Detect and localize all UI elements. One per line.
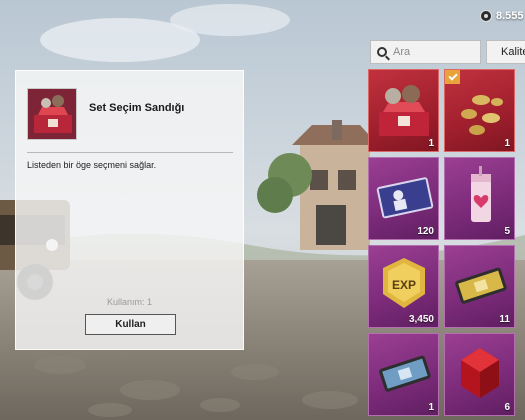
item-quantity: 5 xyxy=(504,226,510,237)
search-icon xyxy=(377,47,387,57)
search-input[interactable]: Ara xyxy=(370,40,481,64)
inventory-item-exp-badge[interactable]: EXP 3,450 xyxy=(368,245,439,328)
currency-display: 8.555 xyxy=(480,10,524,22)
item-quantity: 120 xyxy=(417,226,434,237)
item-description: Listeden bir öge seçmeni sağlar. xyxy=(27,160,157,170)
selected-item-thumbnail xyxy=(27,88,77,140)
item-quantity: 6 xyxy=(504,402,510,413)
currency-amount: 8.555 xyxy=(496,10,524,22)
svg-text:EXP: EXP xyxy=(392,278,416,292)
divider xyxy=(27,152,233,153)
inventory-item-silver-voucher[interactable]: 1 xyxy=(368,333,439,416)
item-quantity: 1 xyxy=(428,138,434,149)
chest-icon xyxy=(28,89,76,139)
item-quantity: 1 xyxy=(428,402,434,413)
usage-count: Kullanım: 1 xyxy=(106,297,153,307)
inventory-item-coins[interactable]: 1 xyxy=(444,69,515,152)
item-title: Set Seçim Sandığı xyxy=(89,102,185,114)
item-quantity: 3,450 xyxy=(408,314,434,325)
use-button[interactable]: Kullan xyxy=(85,314,176,335)
search-placeholder: Ara xyxy=(393,46,411,58)
checkmark-icon xyxy=(445,70,460,84)
item-info-panel: Set Seçim Sandığı Listeden bir öge seçme… xyxy=(15,70,244,350)
item-quantity: 1 xyxy=(504,138,510,149)
quality-filter-button[interactable]: Kalite xyxy=(486,40,525,64)
inventory-item-red-gem[interactable]: 6 xyxy=(444,333,515,416)
coin-icon xyxy=(480,10,492,22)
inventory-item-gold-voucher[interactable]: 11 xyxy=(444,245,515,328)
inventory-item-ticket-card[interactable]: 120 xyxy=(368,157,439,240)
item-quantity: 11 xyxy=(499,314,510,325)
inventory-item-heart-drink[interactable]: 5 xyxy=(444,157,515,240)
inventory-item-set-chest[interactable]: 1 xyxy=(368,69,439,152)
